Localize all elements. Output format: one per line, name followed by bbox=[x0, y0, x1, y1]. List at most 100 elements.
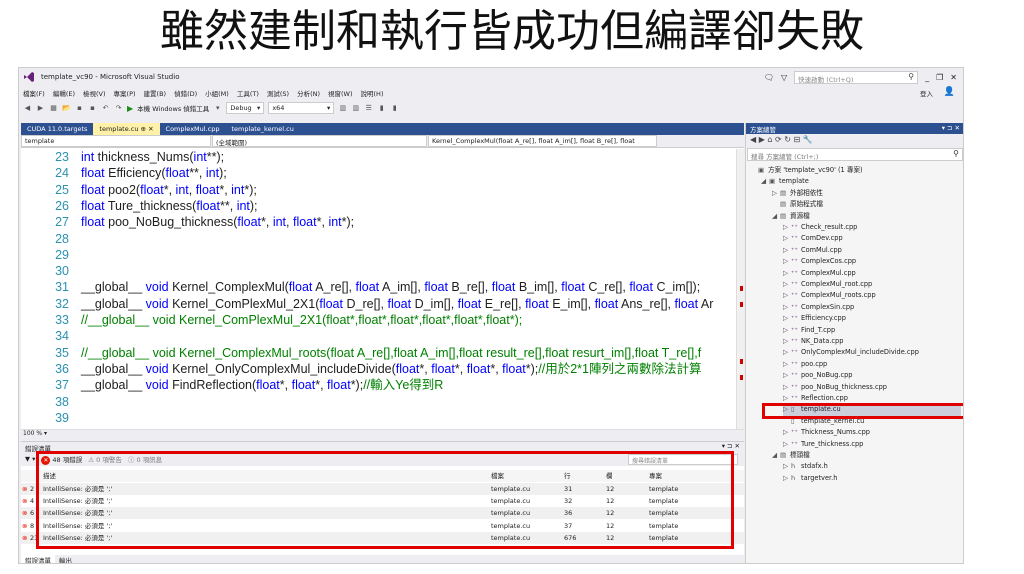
code-line[interactable]: 32 __global__ void Kernel_ComPlexMul_2X1(… bbox=[21, 296, 736, 312]
tree-item[interactable]: ◢ ▤ 標頭檔 bbox=[772, 450, 810, 461]
expand-arrow-icon[interactable]: ▷ bbox=[772, 188, 780, 199]
code-line[interactable]: 25 float poo2(float*, int, float*, int*); bbox=[21, 182, 736, 198]
tree-item[interactable]: ▷ ⁺⁺ Check_result.cpp bbox=[783, 222, 857, 233]
properties-icon[interactable]: 🔧 bbox=[803, 135, 813, 144]
code-line[interactable]: 37 __global__ void FindReflection(float*,… bbox=[21, 377, 736, 393]
code-line[interactable]: 28 bbox=[21, 231, 736, 247]
tree-item[interactable]: ▷ ⁺⁺ Ture_thickness.cpp bbox=[783, 439, 863, 450]
expand-arrow-icon[interactable]: ◢ bbox=[761, 176, 769, 187]
code-line[interactable]: 36 __global__ void Kernel_OnlyComplexMul_… bbox=[21, 361, 736, 377]
tree-item[interactable]: ▷ ⁺⁺ ComDev.cpp bbox=[783, 233, 843, 244]
bottom-tab-0[interactable]: 錯誤清單 bbox=[21, 555, 55, 563]
expand-arrow-icon[interactable]: ▷ bbox=[783, 290, 791, 301]
code-text-area[interactable]: 23 int thickness_Nums(int**); 24 float Effi… bbox=[21, 149, 736, 429]
comment-icon[interactable]: ☰ bbox=[364, 104, 373, 112]
run-icon[interactable]: ▶ bbox=[127, 104, 133, 113]
forward-icon[interactable]: ▶ bbox=[36, 104, 45, 112]
tree-item[interactable]: ▷ ▤ 外部相依性 bbox=[772, 188, 823, 199]
code-line[interactable]: 24 float Efficiency(float**, int); bbox=[21, 165, 736, 181]
menu-item-2[interactable]: 檢視(V) bbox=[79, 88, 110, 98]
forward-icon[interactable]: ▶ bbox=[759, 135, 765, 144]
bookmark-icon[interactable]: ▮ bbox=[377, 104, 386, 112]
tree-item[interactable]: ▷ ⁺⁺ poo.cpp bbox=[783, 359, 827, 370]
tree-item[interactable]: ▷ ⁺⁺ poo_NoBug.cpp bbox=[783, 370, 853, 381]
expand-arrow-icon[interactable]: ▷ bbox=[783, 359, 791, 370]
tree-item[interactable]: ▷ ⁺⁺ poo_NoBug_thickness.cpp bbox=[783, 382, 887, 393]
menu-item-3[interactable]: 專案(P) bbox=[110, 88, 140, 98]
tree-item[interactable]: ▷ ⁺⁺ Find_T.cpp bbox=[783, 325, 835, 336]
menu-item-5[interactable]: 偵錯(D) bbox=[170, 88, 201, 98]
tree-item[interactable]: ▷ h targetver.h bbox=[783, 473, 837, 484]
tree-item[interactable]: ▷ ⁺⁺ ComplexMul_roots.cpp bbox=[783, 290, 876, 301]
expand-arrow-icon[interactable]: ▷ bbox=[783, 256, 791, 267]
expand-arrow-icon[interactable]: ▷ bbox=[783, 427, 791, 438]
expand-arrow-icon[interactable]: ▷ bbox=[783, 222, 791, 233]
filter-icon[interactable]: ▽ bbox=[781, 73, 787, 82]
minimize-button[interactable]: _ bbox=[925, 73, 929, 82]
menu-item-11[interactable]: 說明(H) bbox=[357, 88, 388, 98]
menu-item-0[interactable]: 檔案(F) bbox=[19, 88, 49, 98]
code-line[interactable]: 33 //__global__ void Kernel_ComPlexMul_2X… bbox=[21, 312, 736, 328]
collapse-all-icon[interactable]: ⊟ bbox=[794, 135, 801, 144]
document-tab-1[interactable]: template.cu ⊕ ✕ bbox=[93, 123, 160, 135]
feedback-icon[interactable]: 🗨 bbox=[764, 73, 774, 82]
save-all-icon[interactable]: ▪ bbox=[88, 104, 97, 112]
tree-item[interactable]: ▷ ⁺⁺ ComplexSin.cpp bbox=[783, 302, 854, 313]
account-icon[interactable]: 👤 bbox=[944, 87, 955, 97]
tree-item[interactable]: ▷ ⁺⁺ ComplexCos.cpp bbox=[783, 256, 856, 267]
redo-icon[interactable]: ↷ bbox=[114, 104, 123, 112]
menu-item-1[interactable]: 編輯(E) bbox=[49, 88, 79, 98]
refresh-icon[interactable]: ↻ bbox=[784, 135, 791, 144]
expand-arrow-icon[interactable]: ▷ bbox=[783, 370, 791, 381]
zoom-level[interactable]: 100 % ▾ bbox=[21, 429, 744, 438]
document-tab-0[interactable]: CUDA 11.0.targets bbox=[21, 123, 93, 135]
bottom-tab-1[interactable]: 輸出 bbox=[55, 555, 76, 563]
tree-item[interactable]: ◢ ▤ 資源檔 bbox=[772, 211, 810, 222]
tree-item[interactable]: ▷ ⁺⁺ NK_Data.cpp bbox=[783, 336, 843, 347]
code-line[interactable]: 38 bbox=[21, 394, 736, 410]
expand-arrow-icon[interactable]: ▷ bbox=[783, 245, 791, 256]
tree-item[interactable]: ▷ ⁺⁺ OnlyComplexMul_includeDivide.cpp bbox=[783, 347, 919, 358]
configuration-select[interactable]: Debug ▾ bbox=[226, 102, 265, 114]
run-dropdown-icon[interactable]: ▾ bbox=[213, 104, 222, 112]
tree-item[interactable]: ▷ ⁺⁺ Thickness_Nums.cpp bbox=[783, 427, 870, 438]
tree-item[interactable]: ▣ 方案 'template_vc90' (1 專案) bbox=[750, 165, 863, 176]
tree-item[interactable]: ◢ ▣ template bbox=[761, 176, 809, 187]
expand-arrow-icon[interactable]: ▷ bbox=[783, 461, 791, 472]
expand-arrow-icon[interactable]: ▷ bbox=[783, 336, 791, 347]
tree-item[interactable]: ▤ 原始程式檔 bbox=[772, 199, 823, 210]
expand-arrow-icon[interactable]: ▷ bbox=[783, 473, 791, 484]
menu-item-8[interactable]: 測試(S) bbox=[263, 88, 293, 98]
tree-item[interactable]: ▷ ⁺⁺ ComplexMul.cpp bbox=[783, 268, 856, 279]
run-debugger-button[interactable]: 本機 Windows 偵錯工具 bbox=[137, 103, 209, 113]
expand-arrow-icon[interactable]: ▷ bbox=[783, 439, 791, 450]
expand-arrow-icon[interactable]: ▷ bbox=[783, 325, 791, 336]
menu-item-4[interactable]: 建置(B) bbox=[140, 88, 171, 98]
code-line[interactable]: 27 float poo_NoBug_thickness(float*, int,… bbox=[21, 214, 736, 230]
member-nav-select[interactable]: Kernel_ComplexMul(float A_re[], float A_… bbox=[428, 135, 657, 147]
tree-item[interactable]: ▷ ⁺⁺ Efficiency.cpp bbox=[783, 313, 846, 324]
undo-icon[interactable]: ↶ bbox=[101, 104, 110, 112]
solution-search-input[interactable]: 搜尋 方案總管 (Ctrl+;) ⚲ bbox=[747, 148, 963, 161]
code-line[interactable]: 34 bbox=[21, 328, 736, 344]
expand-arrow-icon[interactable]: ▷ bbox=[783, 233, 791, 244]
expand-arrow-icon[interactable]: ▷ bbox=[783, 313, 791, 324]
expand-arrow-icon[interactable]: ▷ bbox=[783, 302, 791, 313]
quick-launch-input[interactable]: 快速啟動 (Ctrl+Q) ⚲ bbox=[794, 70, 919, 84]
code-line[interactable]: 31 __global__ void Kernel_ComplexMul(floa… bbox=[21, 279, 736, 295]
expand-arrow-icon[interactable]: ◢ bbox=[772, 450, 780, 461]
code-line[interactable]: 23 int thickness_Nums(int**); bbox=[21, 149, 736, 165]
tree-item[interactable]: ▷ h stdafx.h bbox=[783, 461, 828, 472]
back-icon[interactable]: ◀ bbox=[750, 135, 756, 144]
tree-item[interactable]: ▷ ⁺⁺ ComplexMul_root.cpp bbox=[783, 279, 872, 290]
code-line[interactable]: 29 bbox=[21, 247, 736, 263]
project-nav-select[interactable]: template bbox=[21, 135, 211, 147]
expand-arrow-icon[interactable]: ◢ bbox=[772, 211, 780, 222]
code-line[interactable]: 30 bbox=[21, 263, 736, 279]
sign-in-link[interactable]: 登入 bbox=[920, 88, 933, 98]
next-bookmark-icon[interactable]: ▮ bbox=[390, 104, 399, 112]
document-tab-2[interactable]: ComplexMul.cpp bbox=[160, 123, 226, 135]
expand-arrow-icon[interactable]: ▷ bbox=[783, 347, 791, 358]
open-file-icon[interactable]: 📂 bbox=[62, 104, 71, 112]
save-icon[interactable]: ▪ bbox=[75, 104, 84, 112]
